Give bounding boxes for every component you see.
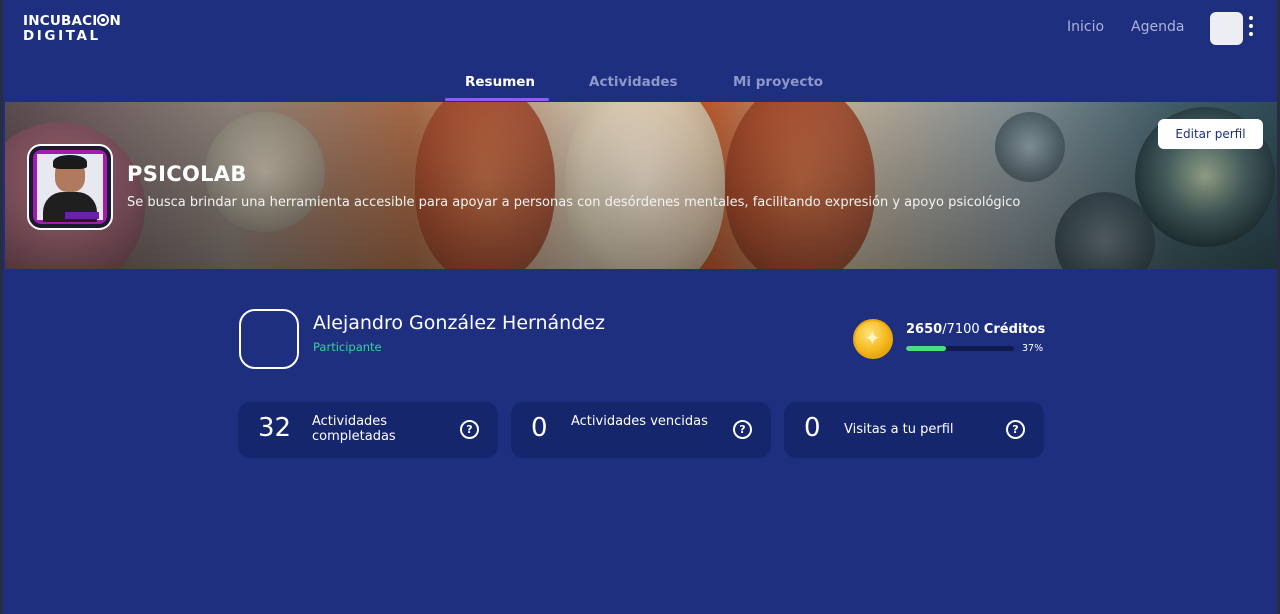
brand-line-2: DIGITAL [23,28,101,44]
coin-icon [853,319,893,359]
help-icon[interactable]: ? [1006,420,1025,439]
project-profile-photo [27,144,113,230]
brand-line-1: INCUBACI [23,13,98,29]
project-title: PSICOLAB [127,162,247,186]
stat-value: 0 [804,413,821,443]
stat-label: Visitas a tu perfil [844,422,954,437]
stat-label: Actividades completadas [312,414,396,444]
active-tab-indicator [445,98,549,101]
tab-resumen[interactable]: Resumen [465,74,535,90]
nav-agenda-link[interactable]: Agenda [1131,19,1184,35]
more-options-icon[interactable] [1247,16,1255,40]
tab-mi-proyecto[interactable]: Mi proyecto [733,74,823,90]
credits-current: 2650 [906,322,943,337]
project-banner: PSICOLAB Se busca brindar una herramient… [5,102,1277,269]
credits-total: /7100 [942,322,980,337]
nav-home-link[interactable]: Inicio [1067,19,1104,35]
user-avatar [239,309,299,369]
user-name: Alejandro González Hernández [313,312,605,334]
edit-profile-button[interactable]: Editar perfil [1158,119,1263,149]
stat-value: 32 [258,413,292,443]
stat-card-completed: 32 Actividades completadas ? [238,402,498,458]
credits-label: Créditos [983,322,1046,337]
tab-actividades[interactable]: Actividades [589,74,678,90]
brand-logo[interactable]: INCUBACI N DIGITAL [23,14,121,44]
top-bar: INCUBACI N DIGITAL Inicio Agenda [3,0,1277,58]
stat-card-profile-visits: 0 Visitas a tu perfil ? [784,402,1044,458]
stat-label: Actividades vencidas [571,414,708,429]
target-icon [97,14,110,26]
help-icon[interactable]: ? [460,420,479,439]
credits-progress-bar [906,346,1014,351]
credits-summary: 2650/7100 Créditos [906,322,1045,337]
account-avatar-button[interactable] [1210,12,1243,45]
project-description: Se busca brindar una herramienta accesib… [127,195,1021,210]
credits-percent: 37% [1022,343,1044,354]
brand-line-1-end: N [109,13,121,29]
user-role: Participante [313,340,382,354]
help-icon[interactable]: ? [733,420,752,439]
stat-value: 0 [531,413,548,443]
credits-progress-fill [906,346,946,351]
stat-card-overdue: 0 Actividades vencidas ? [511,402,771,458]
profile-tabs: Resumen Actividades Mi proyecto [3,58,1277,102]
